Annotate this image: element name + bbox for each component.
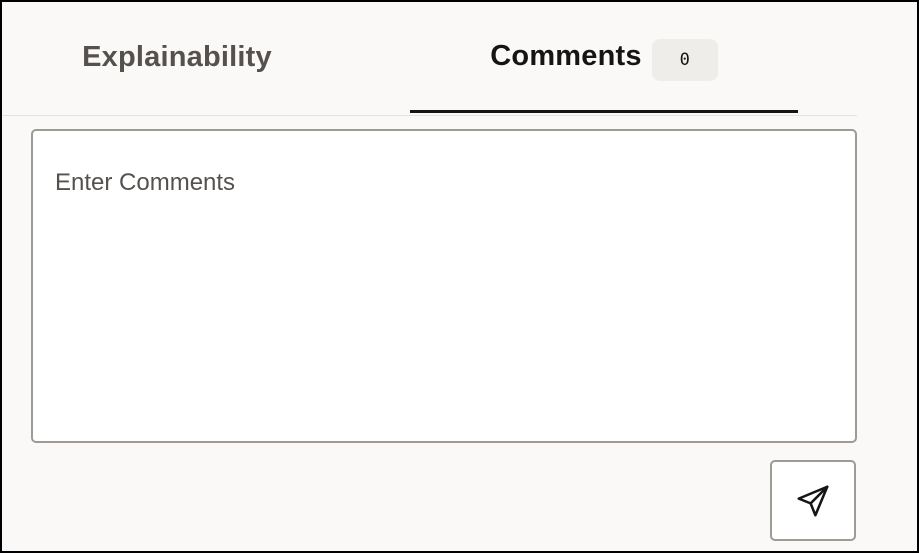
comments-count-badge: 0 [651, 38, 718, 81]
tab-explainability[interactable]: Explainability [42, 2, 312, 113]
send-icon [797, 484, 829, 517]
tab-comments[interactable]: Comments 0 [410, 2, 798, 113]
comments-panel: Explainability Comments 0 [0, 0, 919, 553]
tab-comments-label: Comments [490, 40, 642, 72]
send-button[interactable] [770, 460, 856, 541]
tab-bar: Explainability Comments 0 [2, 2, 857, 116]
comments-input[interactable] [31, 129, 857, 443]
tab-explainability-label: Explainability [82, 41, 272, 73]
